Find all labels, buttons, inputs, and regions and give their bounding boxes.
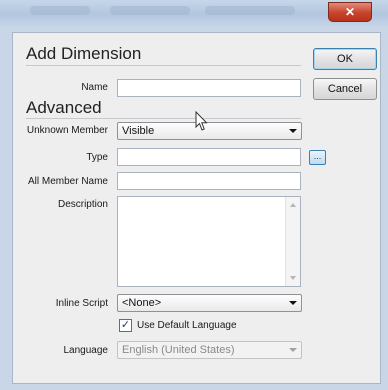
language-select: English (United States) — [117, 341, 302, 359]
type-input[interactable] — [117, 148, 301, 166]
advanced-divider — [26, 118, 301, 119]
title-bar-blur — [30, 6, 90, 15]
type-browse-button[interactable]: ... — [309, 150, 326, 165]
inline-script-label: Inline Script — [55, 298, 108, 309]
description-scrollbar[interactable] — [285, 197, 300, 286]
ok-button[interactable]: OK — [313, 48, 377, 70]
unknown-member-select[interactable]: Visible — [117, 122, 302, 140]
description-textarea[interactable] — [117, 196, 301, 287]
all-member-name-input[interactable] — [117, 172, 301, 190]
language-label: Language — [63, 345, 109, 356]
use-default-language-label[interactable]: Use Default Language — [137, 320, 237, 331]
name-input[interactable] — [117, 79, 301, 97]
checkmark-icon: ✓ — [120, 319, 131, 331]
cancel-button[interactable]: Cancel — [313, 78, 377, 100]
mouse-cursor-icon — [195, 111, 208, 131]
advanced-title: Advanced — [26, 98, 102, 117]
unknown-member-label: Unknown Member — [26, 125, 108, 136]
language-value: English (United States) — [122, 344, 235, 356]
inline-script-value: <None> — [122, 297, 162, 309]
all-member-name-label: All Member Name — [27, 176, 108, 187]
close-button[interactable]: ✕ — [328, 2, 372, 22]
section-divider — [26, 65, 301, 66]
title-bar: ✕ — [0, 0, 388, 26]
section-title: Add Dimension — [26, 44, 142, 63]
unknown-member-value: Visible — [122, 125, 155, 137]
scroll-up-icon[interactable] — [290, 203, 296, 207]
chevron-down-icon — [289, 348, 297, 352]
scroll-down-icon[interactable] — [290, 276, 296, 280]
type-label: Type — [86, 152, 108, 163]
close-icon: ✕ — [344, 5, 356, 19]
name-label: Name — [81, 82, 108, 93]
title-bar-blur — [205, 6, 295, 15]
title-bar-blur — [110, 6, 190, 15]
chevron-down-icon — [289, 129, 297, 133]
chevron-down-icon — [289, 301, 297, 305]
inline-script-select[interactable]: <None> — [117, 294, 302, 312]
use-default-language-checkbox[interactable]: ✓ — [119, 319, 132, 332]
description-label: Description — [57, 199, 108, 210]
